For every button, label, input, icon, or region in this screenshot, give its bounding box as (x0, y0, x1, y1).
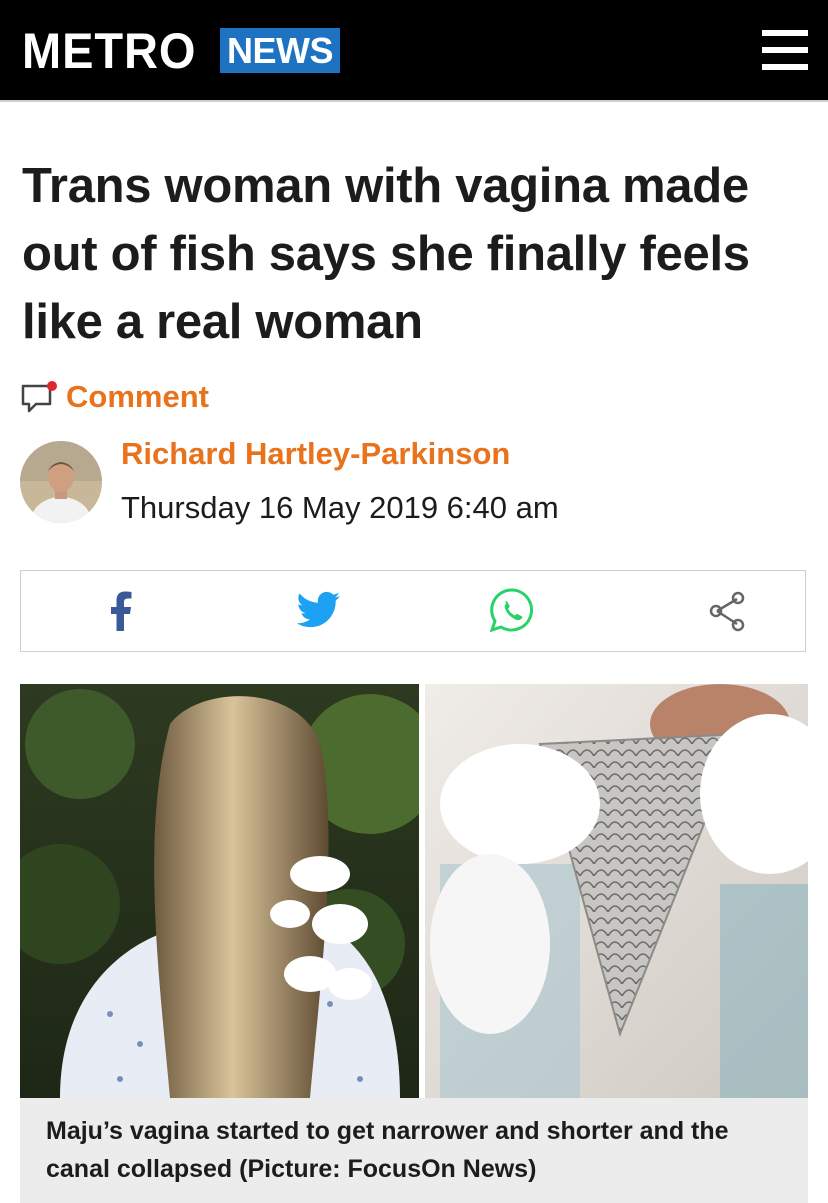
author-name[interactable]: Richard Hartley-Parkinson (121, 436, 510, 472)
twitter-share-button[interactable] (278, 571, 358, 651)
top-bar: METRO NEWS (0, 0, 828, 102)
twitter-icon (296, 591, 341, 628)
whatsapp-icon (489, 588, 533, 633)
facebook-icon (111, 591, 132, 631)
share-bar (20, 570, 806, 652)
image-caption: Maju’s vagina started to get narrower an… (20, 1098, 808, 1203)
section-badge-news[interactable]: NEWS (220, 28, 340, 73)
comment-link[interactable]: Comment (20, 377, 209, 417)
share-button[interactable] (688, 571, 768, 651)
share-icon (709, 591, 745, 632)
whatsapp-share-button[interactable] (472, 571, 552, 651)
article-image[interactable] (0, 684, 828, 1098)
article-headline: Trans woman with vagina made out of fish… (22, 159, 750, 349)
comment-icon (21, 381, 57, 413)
comment-label: Comment (66, 379, 209, 414)
hamburger-menu-icon[interactable] (762, 30, 808, 70)
author-avatar[interactable] (20, 441, 102, 523)
facebook-share-button[interactable] (81, 571, 161, 651)
metro-logo[interactable]: METRO (22, 26, 196, 76)
publish-date: Thursday 16 May 2019 6:40 am (121, 490, 559, 525)
